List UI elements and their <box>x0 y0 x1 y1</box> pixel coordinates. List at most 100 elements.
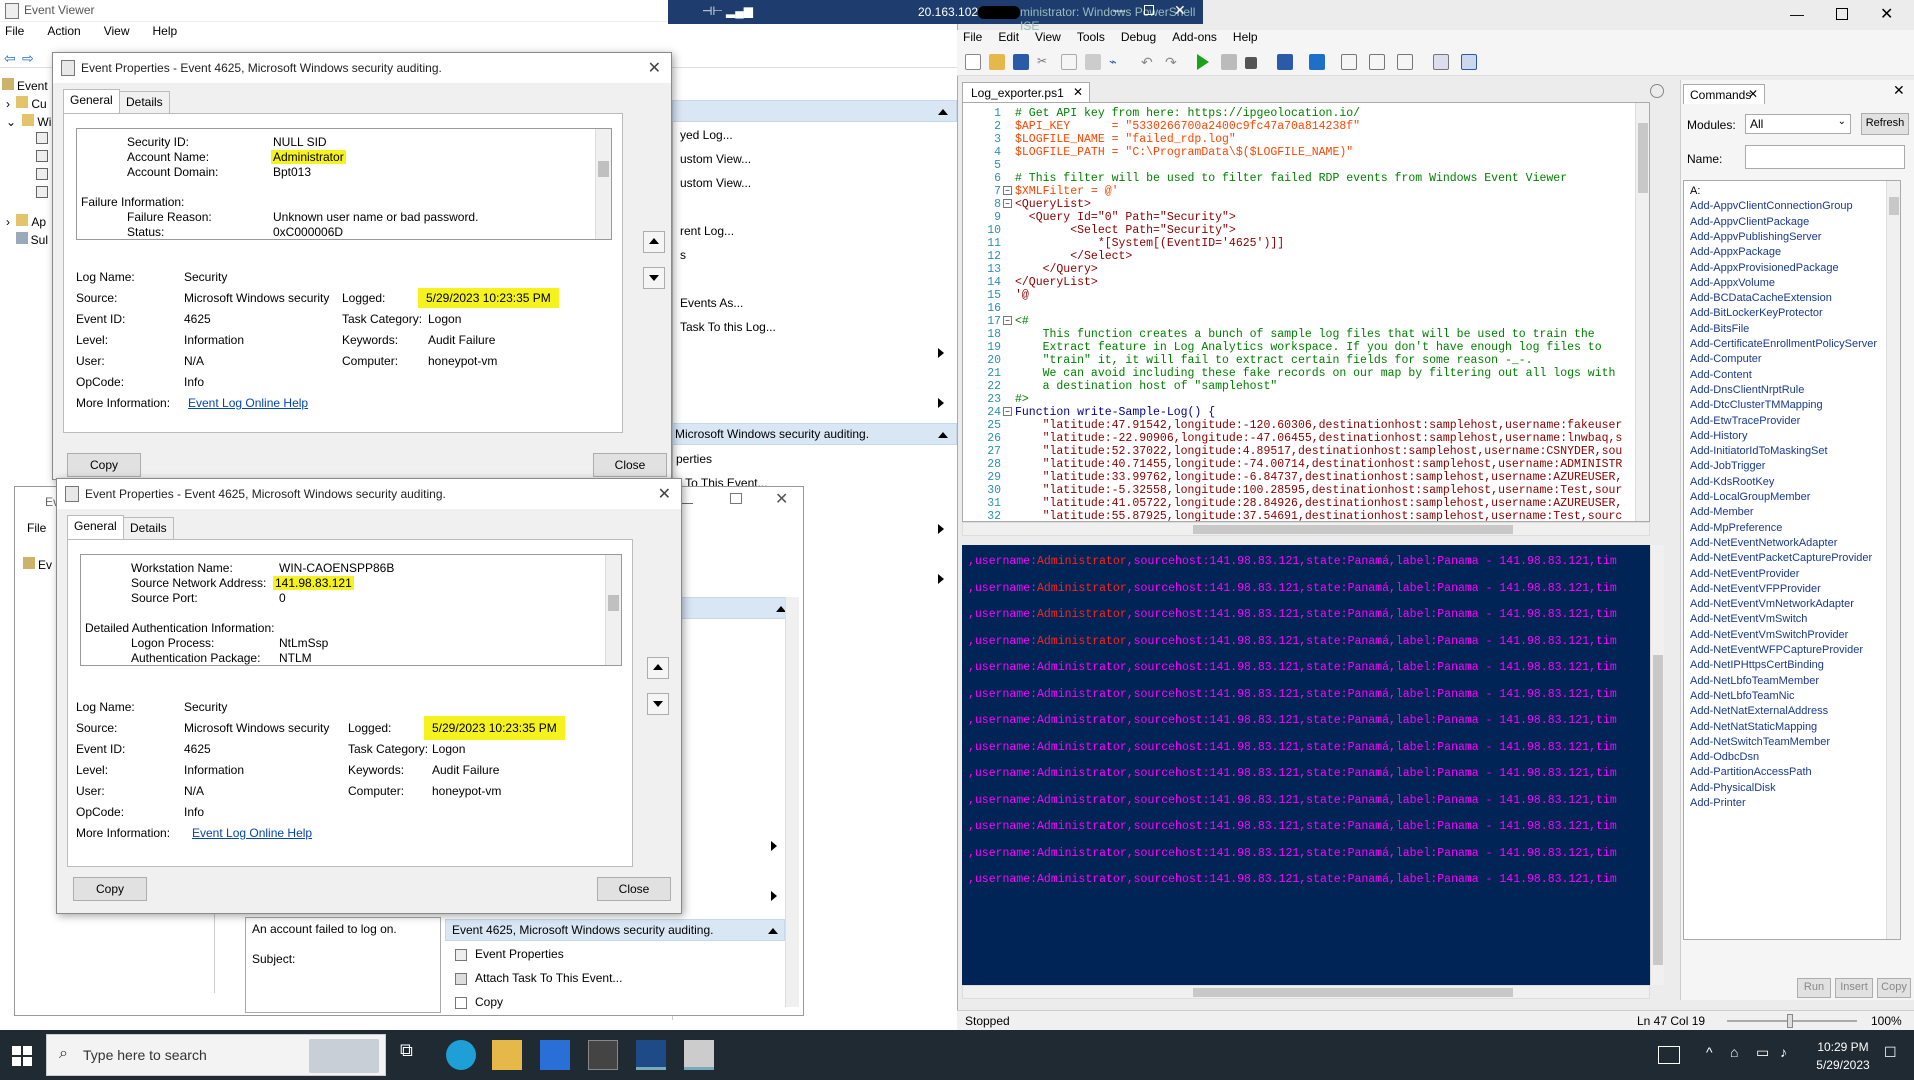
ise-menu-debug[interactable]: Debug <box>1121 30 1156 44</box>
cut-icon[interactable]: ✂ <box>1037 54 1053 70</box>
powershell-ise-taskbar-icon[interactable] <box>636 1040 666 1070</box>
command-item[interactable]: Add-AppxPackage <box>1690 246 1781 258</box>
start-powershell-icon[interactable] <box>1309 54 1325 70</box>
command-item[interactable]: Add-Computer <box>1690 353 1762 365</box>
command-item[interactable]: Add-PhysicalDisk <box>1690 782 1776 794</box>
copy-icon[interactable] <box>1061 54 1077 70</box>
fold-toggle-icon[interactable]: − <box>1003 316 1012 325</box>
collapse-script-pane-icon[interactable] <box>1650 84 1664 98</box>
command-item[interactable]: Add-AppxVolume <box>1690 277 1775 289</box>
scroll-thumb[interactable] <box>608 595 619 611</box>
undo-icon[interactable]: ↶ <box>1141 54 1157 70</box>
menu-file[interactable]: File <box>5 24 24 38</box>
back-arrow-icon[interactable]: ⇦ <box>4 50 16 67</box>
command-item[interactable]: Add-MpPreference <box>1690 522 1782 534</box>
action-attach-task-log[interactable]: Task To this Log... <box>680 320 776 334</box>
command-item[interactable]: Add-LocalGroupMember <box>1690 491 1810 503</box>
event-log-online-help-link[interactable]: Event Log Online Help <box>192 826 312 840</box>
name-filter-input[interactable] <box>1745 145 1905 169</box>
submenu-arrow-icon[interactable] <box>938 348 944 358</box>
taskbar-search-box[interactable]: ⌕ Type here to search <box>46 1034 386 1076</box>
command-item[interactable]: Add-BCDataCacheExtension <box>1690 292 1832 304</box>
next-event-button[interactable] <box>647 693 669 715</box>
run-script-icon[interactable] <box>1197 54 1209 70</box>
run-selection-icon[interactable] <box>1221 54 1237 70</box>
tree-item-applications[interactable]: › Ap <box>6 214 46 229</box>
menu-help[interactable]: Help <box>153 24 178 38</box>
store-icon[interactable] <box>540 1040 570 1070</box>
action-save-events[interactable]: Events As... <box>680 296 743 310</box>
ise-maximize-icon[interactable] <box>1836 8 1848 20</box>
menu-action[interactable]: Action <box>47 24 80 38</box>
command-item[interactable]: Add-NetEventVFPProvider <box>1690 583 1821 595</box>
close-tab-icon[interactable]: ✕ <box>1748 87 1758 101</box>
action-create-custom-view[interactable]: ustom View... <box>680 152 751 166</box>
tab-general[interactable]: General <box>67 515 124 539</box>
tree-item-windows-logs[interactable]: ⌄ Wi <box>6 114 51 129</box>
new-file-icon[interactable] <box>965 54 981 70</box>
event-viewer-taskbar-icon[interactable] <box>684 1040 714 1070</box>
show-script-right-icon[interactable] <box>1369 54 1385 70</box>
bottom-event-section-header[interactable]: Event 4625, Microsoft Windows security a… <box>445 919 785 941</box>
action-open-saved-log[interactable]: yed Log... <box>680 128 733 142</box>
script-horizontal-scrollbar[interactable] <box>962 522 1650 536</box>
command-item[interactable]: Add-BitsFile <box>1690 323 1749 335</box>
command-item[interactable]: Add-NetEventVmSwitch <box>1690 613 1807 625</box>
command-item[interactable]: Add-Member <box>1690 506 1754 518</box>
command-item[interactable]: Add-NetEventVmNetworkAdapter <box>1690 598 1854 610</box>
script-tab[interactable]: Log_exporter.ps1 ✕ <box>962 82 1090 102</box>
submenu-arrow-icon[interactable] <box>938 574 944 584</box>
close-pane-icon[interactable]: ✕ <box>1893 82 1905 99</box>
command-item[interactable]: Add-NetEventWFPCaptureProvider <box>1690 644 1863 656</box>
close-button[interactable]: Close <box>597 877 671 901</box>
command-list-scrollbar[interactable] <box>1886 181 1900 939</box>
secondary-actions-header[interactable] <box>663 597 793 619</box>
run-button[interactable]: Run <box>1797 978 1831 998</box>
command-item[interactable]: Add-Printer <box>1690 797 1746 809</box>
command-item[interactable]: Add-History <box>1690 430 1747 442</box>
log-icon[interactable] <box>36 186 48 198</box>
collapse-icon[interactable] <box>938 432 948 438</box>
stop-icon[interactable] <box>1245 57 1257 69</box>
ise-menu-edit[interactable]: Edit <box>998 30 1019 44</box>
command-item[interactable]: A: <box>1690 185 1700 197</box>
command-item[interactable]: Add-PartitionAccessPath <box>1690 766 1812 778</box>
command-item[interactable]: Add-NetEventPacketCaptureProvider <box>1690 552 1872 564</box>
remote-powershell-icon[interactable] <box>1277 54 1293 70</box>
modules-select[interactable]: All ⌄ <box>1745 114 1851 134</box>
ise-menu-view[interactable]: View <box>1035 30 1061 44</box>
command-item[interactable]: Add-NetEventNetworkAdapter <box>1690 537 1837 549</box>
action-clear-log[interactable]: rent Log... <box>680 224 734 238</box>
scroll-thumb[interactable] <box>1653 655 1663 965</box>
previous-event-button[interactable] <box>643 231 665 253</box>
close-icon[interactable]: ✕ <box>648 58 661 78</box>
command-item[interactable]: Add-OdbcDsn <box>1690 751 1759 763</box>
command-item[interactable]: Add-InitiatorIdToMaskingSet <box>1690 445 1828 457</box>
mail-icon[interactable] <box>588 1040 618 1070</box>
command-item[interactable]: Add-Content <box>1690 369 1752 381</box>
ise-menu-file[interactable]: File <box>963 30 982 44</box>
redo-icon[interactable]: ↷ <box>1165 54 1181 70</box>
command-item[interactable]: Add-NetIPHttpsCertBinding <box>1690 659 1824 671</box>
action-event-properties[interactable]: perties <box>676 452 712 466</box>
console-pane[interactable]: ,username:Administrator,sourcehost:141.9… <box>962 545 1650 985</box>
secondary-menu-file[interactable]: File <box>27 521 46 535</box>
show-command-addon-icon[interactable] <box>1461 54 1477 70</box>
description-scrollbar[interactable] <box>605 555 621 665</box>
restore-icon[interactable] <box>1144 5 1154 15</box>
ise-menu-tools[interactable]: Tools <box>1077 30 1105 44</box>
close-button[interactable]: Close <box>593 453 667 477</box>
submenu-arrow-icon[interactable] <box>771 841 777 851</box>
ise-menu-addons[interactable]: Add-ons <box>1172 30 1217 44</box>
save-icon[interactable] <box>1013 54 1029 70</box>
clock-time[interactable]: 10:29 PM <box>1808 1040 1878 1054</box>
open-folder-icon[interactable] <box>989 54 1005 70</box>
task-view-icon[interactable]: ⧉ <box>400 1040 430 1070</box>
submenu-arrow-icon[interactable] <box>938 398 944 408</box>
command-item[interactable]: Add-NetLbfoTeamNic <box>1690 690 1795 702</box>
secondary-scrollbar[interactable] <box>785 597 799 1007</box>
command-item[interactable]: Add-AppvClientConnectionGroup <box>1690 200 1853 212</box>
actions-section-header[interactable] <box>672 100 957 122</box>
paste-icon[interactable] <box>1085 54 1101 70</box>
insert-button[interactable]: Insert <box>1835 978 1873 998</box>
